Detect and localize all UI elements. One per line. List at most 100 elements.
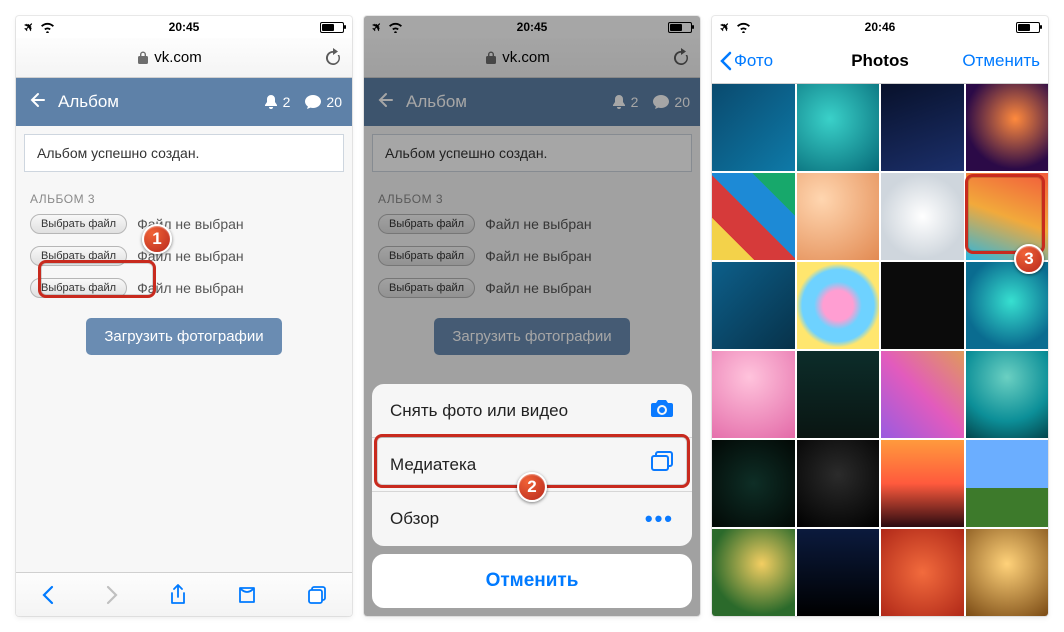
airplane-icon: ✈ <box>717 18 734 35</box>
notifications-count: 2 <box>283 94 291 110</box>
refresh-icon[interactable] <box>672 48 690 68</box>
battery-icon <box>1016 22 1040 33</box>
vk-header: Альбом 2 20 <box>364 78 700 126</box>
battery-icon <box>668 22 692 33</box>
picker-back-button[interactable]: Фото <box>720 51 773 71</box>
choose-file-button[interactable]: Выбрать файл <box>378 246 475 266</box>
messages-button[interactable]: 20 <box>652 94 690 110</box>
action-cancel[interactable]: Отменить <box>372 554 692 608</box>
status-bar: ✈ 20:46 <box>712 16 1048 38</box>
album-section-label: АЛЬБОМ 3 <box>364 180 700 214</box>
photo-thumb[interactable] <box>797 529 880 616</box>
camera-icon <box>650 398 674 423</box>
photo-thumb[interactable] <box>966 84 1049 171</box>
upload-photos-button[interactable]: Загрузить фотографии <box>86 318 281 355</box>
file-status: Файл не выбран <box>485 216 592 232</box>
file-row: Выбрать файл Файл не выбран <box>378 246 686 266</box>
photo-thumb[interactable] <box>881 173 964 260</box>
battery-icon <box>320 22 344 33</box>
back-icon[interactable] <box>26 90 46 115</box>
status-time: 20:46 <box>712 20 1048 34</box>
photo-thumb[interactable] <box>712 173 795 260</box>
stack-icon <box>650 451 674 478</box>
messages-count: 20 <box>674 94 690 110</box>
wifi-icon <box>40 22 55 33</box>
action-take-photo[interactable]: Снять фото или видео <box>372 384 692 438</box>
messages-button[interactable]: 20 <box>304 94 342 110</box>
photo-thumb[interactable] <box>881 84 964 171</box>
url-text: vk.com <box>502 49 550 66</box>
step-badge-1: 1 <box>142 224 172 254</box>
photo-thumb[interactable] <box>797 351 880 438</box>
status-time: 20:45 <box>16 20 352 34</box>
bookmarks-icon[interactable] <box>237 585 257 605</box>
status-bar: ✈ 20:45 <box>16 16 352 38</box>
action-take-photo-label: Снять фото или видео <box>390 401 568 421</box>
airplane-icon: ✈ <box>21 18 38 35</box>
url-text: vk.com <box>154 49 202 66</box>
vk-title: Альбом <box>406 92 599 112</box>
file-row: Выбрать файл Файл не выбран <box>30 214 338 234</box>
vk-body: Альбом успешно создан. АЛЬБОМ 3 Выбрать … <box>16 126 352 572</box>
photo-thumb[interactable] <box>712 84 795 171</box>
picker-cancel-button[interactable]: Отменить <box>962 51 1040 71</box>
file-row: Выбрать файл Файл не выбран <box>378 214 686 234</box>
photo-thumb[interactable] <box>881 262 964 349</box>
success-alert: Альбом успешно создан. <box>24 134 344 172</box>
photo-picker-nav: Фото Photos Отменить <box>712 38 1048 84</box>
file-row: Выбрать файл Файл не выбран <box>378 278 686 298</box>
back-icon[interactable] <box>374 90 394 115</box>
lock-icon <box>486 51 496 64</box>
photo-thumb[interactable] <box>881 440 964 527</box>
photo-thumb[interactable] <box>966 529 1049 616</box>
photo-thumb[interactable] <box>966 351 1049 438</box>
nav-back-icon[interactable] <box>41 585 55 605</box>
share-icon[interactable] <box>169 584 187 606</box>
file-row: Выбрать файл Файл не выбран <box>30 246 338 266</box>
tabs-icon[interactable] <box>307 585 327 605</box>
photo-thumb[interactable] <box>797 173 880 260</box>
choose-file-button[interactable]: Выбрать файл <box>378 278 475 298</box>
nav-forward-icon <box>105 585 119 605</box>
messages-count: 20 <box>326 94 342 110</box>
notifications-button[interactable]: 2 <box>611 94 639 110</box>
file-status: Файл не выбран <box>137 280 244 296</box>
screen-2: ✈ 20:45 vk.com Альбом 2 <box>364 16 700 616</box>
action-photo-library-label: Медиатека <box>390 455 476 475</box>
notifications-button[interactable]: 2 <box>263 94 291 110</box>
photo-thumb[interactable] <box>712 529 795 616</box>
screen-1: ✈ 20:45 vk.com Альбом 2 <box>16 16 352 616</box>
photo-thumb[interactable] <box>966 262 1049 349</box>
photo-thumb[interactable] <box>712 262 795 349</box>
choose-file-button[interactable]: Выбрать файл <box>378 214 475 234</box>
screen-3: ✈ 20:46 Фото Photos Отменить <box>712 16 1048 616</box>
photo-thumb[interactable] <box>881 351 964 438</box>
choose-file-button[interactable]: Выбрать файл <box>30 278 127 298</box>
vk-header: Альбом 2 20 <box>16 78 352 126</box>
photo-thumb[interactable] <box>797 262 880 349</box>
album-section-label: АЛЬБОМ 3 <box>16 180 352 214</box>
photo-thumb[interactable] <box>966 440 1049 527</box>
file-row: Выбрать файл Файл не выбран <box>30 278 338 298</box>
picker-back-label: Фото <box>734 51 773 71</box>
status-time: 20:45 <box>364 20 700 34</box>
safari-address-bar[interactable]: vk.com <box>16 38 352 78</box>
more-icon: ••• <box>645 506 674 532</box>
refresh-icon[interactable] <box>324 48 342 68</box>
notifications-count: 2 <box>631 94 639 110</box>
success-alert: Альбом успешно создан. <box>372 134 692 172</box>
choose-file-button[interactable]: Выбрать файл <box>30 214 127 234</box>
file-status: Файл не выбран <box>485 248 592 264</box>
photo-thumb[interactable] <box>797 84 880 171</box>
photo-thumb[interactable] <box>712 351 795 438</box>
choose-file-button[interactable]: Выбрать файл <box>30 246 127 266</box>
photo-thumb[interactable] <box>712 440 795 527</box>
status-bar: ✈ 20:45 <box>364 16 700 38</box>
step-badge-3: 3 <box>1014 244 1044 274</box>
wifi-icon <box>388 22 403 33</box>
safari-address-bar[interactable]: vk.com <box>364 38 700 78</box>
photo-thumb[interactable] <box>881 529 964 616</box>
photo-thumb[interactable] <box>797 440 880 527</box>
upload-photos-button[interactable]: Загрузить фотографии <box>434 318 629 355</box>
vk-title: Альбом <box>58 92 251 112</box>
